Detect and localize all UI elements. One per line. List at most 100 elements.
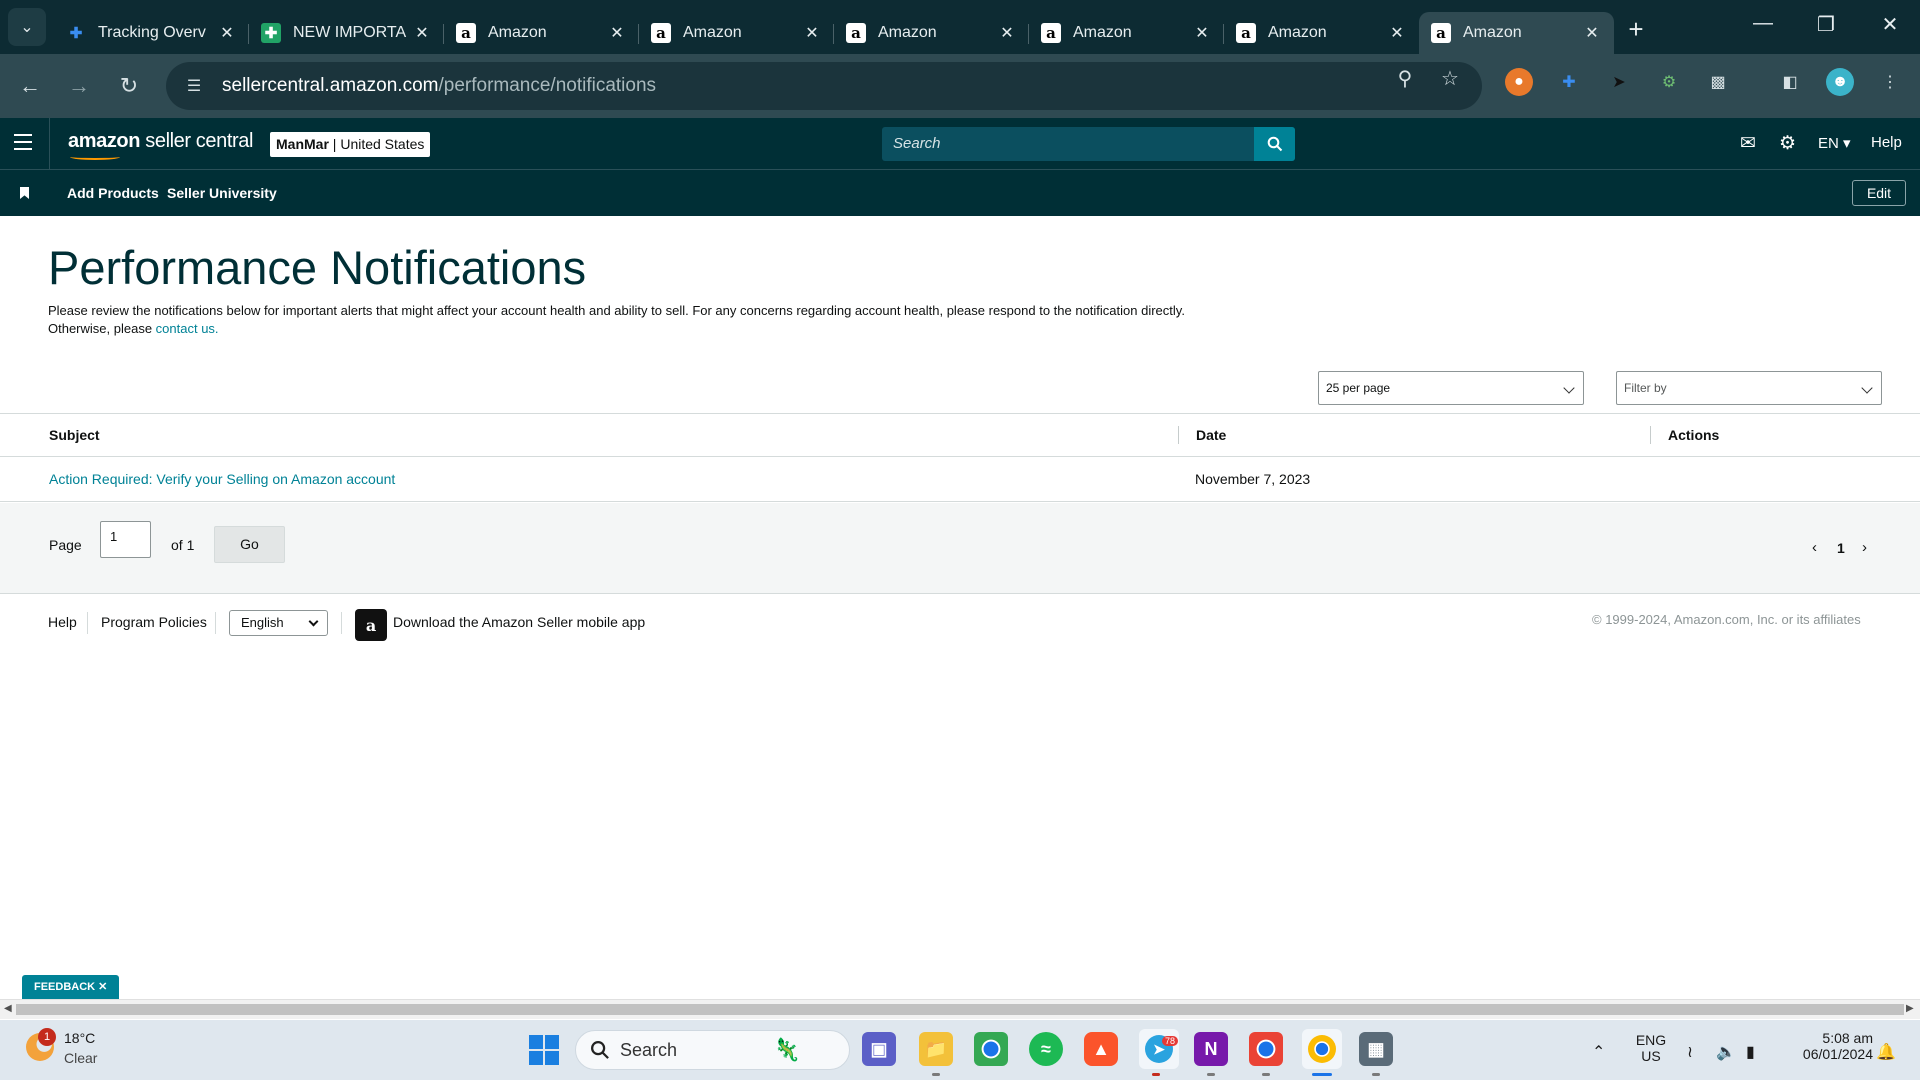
site-info-icon[interactable]: ☰ xyxy=(182,76,206,96)
browser-toolbar: ← → ↻ ☰ sellercentral.amazon.com/perform… xyxy=(0,54,1920,153)
notification-bell-icon[interactable]: 🔔 xyxy=(1876,1042,1896,1062)
tab-title: Amazon xyxy=(1463,24,1522,41)
settings-gear-icon[interactable]: ⚙ xyxy=(1779,132,1796,155)
contact-us-link[interactable]: contact us. xyxy=(156,321,219,336)
browser-tab[interactable]: a Amazon ✕ xyxy=(1224,12,1419,54)
restore-icon[interactable]: ❐ xyxy=(1806,12,1846,37)
brave-icon[interactable]: ▲ xyxy=(1084,1032,1118,1066)
tab-title: Amazon xyxy=(1268,24,1327,41)
add-products-link[interactable]: Add Products xyxy=(67,185,159,201)
table-row: Action Required: Verify your Selling on … xyxy=(0,457,1920,502)
footer-language-select[interactable]: English xyxy=(229,610,328,636)
extension-bug-icon[interactable]: ⚙ xyxy=(1655,68,1683,96)
minimize-icon[interactable]: — xyxy=(1743,12,1783,35)
close-tab-icon[interactable]: ✕ xyxy=(1192,23,1212,43)
seller-central-logo[interactable]: amazon seller central xyxy=(68,130,253,160)
extension-orange-icon[interactable]: ● xyxy=(1505,68,1533,96)
close-tab-icon[interactable]: ✕ xyxy=(217,23,237,43)
chevron-left-icon[interactable]: ‹ xyxy=(1812,539,1817,556)
browser-menu-icon[interactable]: ⋮ xyxy=(1876,68,1904,96)
url-text: sellercentral.amazon.com/performance/not… xyxy=(222,75,657,96)
forward-icon[interactable]: → xyxy=(63,70,95,102)
extensions-puzzle-icon[interactable]: ▩ xyxy=(1704,68,1732,96)
seller-university-link[interactable]: Seller University xyxy=(167,185,277,201)
new-tab-button[interactable]: + xyxy=(1620,14,1652,45)
feedback-button[interactable]: FEEDBACK ✕ xyxy=(22,975,120,999)
browser-tab[interactable]: a Amazon ✕ xyxy=(1029,12,1224,54)
horizontal-scrollbar[interactable]: ◀ ▶ xyxy=(0,999,1920,1019)
side-panel-icon[interactable]: ◧ xyxy=(1776,68,1804,96)
windows-start-icon[interactable] xyxy=(529,1035,559,1065)
browser-tab[interactable]: ✚ Tracking Overv ✕ xyxy=(54,12,249,54)
download-app-link[interactable]: Download the Amazon Seller mobile app xyxy=(393,614,645,630)
input-language[interactable]: ENG US xyxy=(1634,1032,1668,1064)
chevron-right-icon[interactable]: › xyxy=(1862,539,1867,556)
per-page-select[interactable]: 25 per page xyxy=(1318,371,1584,405)
tab-title: NEW IMPORTA xyxy=(293,24,407,41)
browser-tab[interactable]: a Amazon ✕ xyxy=(834,12,1029,54)
store-switcher[interactable]: ManMar | United States xyxy=(270,132,431,157)
chrome-active-icon[interactable] xyxy=(1302,1029,1342,1069)
close-tab-icon[interactable]: ✕ xyxy=(1387,23,1407,43)
page-number-input[interactable]: 1 xyxy=(100,521,151,558)
search-input[interactable]: Search xyxy=(882,127,1295,161)
go-button[interactable]: Go xyxy=(214,526,285,563)
close-tab-icon[interactable]: ✕ xyxy=(997,23,1017,43)
bookmark-star-icon[interactable]: ☆ xyxy=(1436,66,1464,91)
edit-bookmarks-button[interactable]: Edit xyxy=(1852,180,1906,206)
column-header-date: Date xyxy=(1196,427,1227,443)
search-button[interactable] xyxy=(1254,127,1295,161)
current-page-number[interactable]: 1 xyxy=(1837,540,1845,556)
footer-program-policies-link[interactable]: Program Policies xyxy=(101,614,207,630)
close-window-icon[interactable]: ✕ xyxy=(1870,12,1910,37)
notification-subject-link[interactable]: Action Required: Verify your Selling on … xyxy=(49,471,395,487)
scrollbar-thumb[interactable] xyxy=(16,1004,1904,1015)
chrome-profile-icon[interactable] xyxy=(1249,1032,1283,1066)
bookmark-icon[interactable] xyxy=(20,187,29,199)
weather-condition[interactable]: Clear xyxy=(64,1050,97,1066)
meet-app-icon[interactable]: ▣ xyxy=(862,1032,896,1066)
chrome-icon[interactable] xyxy=(974,1032,1008,1066)
tab-search-button[interactable]: ⌄ xyxy=(8,8,46,46)
column-header-subject: Subject xyxy=(49,427,100,443)
telegram-icon[interactable]: ➤ xyxy=(1139,1029,1179,1069)
filter-select[interactable]: Filter by xyxy=(1616,371,1882,405)
taskbar-search[interactable]: Search 🦎 xyxy=(575,1030,850,1070)
zoom-icon[interactable]: ⚲ xyxy=(1391,66,1419,91)
reload-icon[interactable]: ↻ xyxy=(113,70,145,102)
browser-tab[interactable]: a Amazon ✕ xyxy=(444,12,639,54)
help-link[interactable]: Help xyxy=(1871,134,1902,151)
extension-cross-icon[interactable]: ✚ xyxy=(1555,68,1583,96)
amazon-icon: a xyxy=(846,23,866,43)
language-switch[interactable]: EN ▾ xyxy=(1818,134,1851,152)
profile-avatar-icon[interactable]: ☻ xyxy=(1826,68,1854,96)
system-clock[interactable]: 5:08 am 06/01/2024 xyxy=(1785,1030,1873,1062)
address-bar[interactable]: ☰ sellercentral.amazon.com/performance/n… xyxy=(166,62,1482,110)
seller-central-header: amazon seller central ManMar | United St… xyxy=(0,118,1920,170)
back-icon[interactable]: ← xyxy=(14,70,46,102)
footer-help-link[interactable]: Help xyxy=(48,614,77,630)
notifications-table: Subject Date Actions Action Required: Ve… xyxy=(0,413,1920,502)
file-explorer-icon[interactable]: 📁 xyxy=(919,1032,953,1066)
close-tab-icon[interactable]: ✕ xyxy=(607,23,627,43)
battery-icon[interactable]: ▮ xyxy=(1746,1042,1755,1062)
copyright-text: © 1999-2024, Amazon.com, Inc. or its aff… xyxy=(1592,612,1861,627)
volume-icon[interactable]: 🔈 xyxy=(1716,1042,1736,1062)
close-tab-icon[interactable]: ✕ xyxy=(802,23,822,43)
amazon-seller-app-icon[interactable]: a xyxy=(355,609,387,641)
onenote-icon[interactable]: N xyxy=(1194,1032,1228,1066)
calculator-icon[interactable]: ▦ xyxy=(1359,1032,1393,1066)
menu-icon[interactable] xyxy=(14,134,32,150)
weather-temperature[interactable]: 18°C xyxy=(64,1030,95,1046)
search-icon xyxy=(1267,136,1282,152)
chevron-up-icon[interactable]: ⌃ xyxy=(1592,1042,1605,1062)
browser-tab[interactable]: a Amazon ✕ xyxy=(639,12,834,54)
wifi-icon[interactable]: ≀ xyxy=(1687,1042,1693,1062)
mail-icon[interactable]: ✉ xyxy=(1740,132,1756,155)
browser-tab[interactable]: ✚ NEW IMPORTA ✕ xyxy=(249,12,444,54)
extension-arrow-icon[interactable]: ➤ xyxy=(1605,68,1633,96)
close-tab-icon[interactable]: ✕ xyxy=(412,23,432,43)
browser-tab-active[interactable]: a Amazon ✕ xyxy=(1419,12,1614,54)
close-tab-icon[interactable]: ✕ xyxy=(1582,23,1602,43)
spotify-icon[interactable]: ≈ xyxy=(1029,1032,1063,1066)
